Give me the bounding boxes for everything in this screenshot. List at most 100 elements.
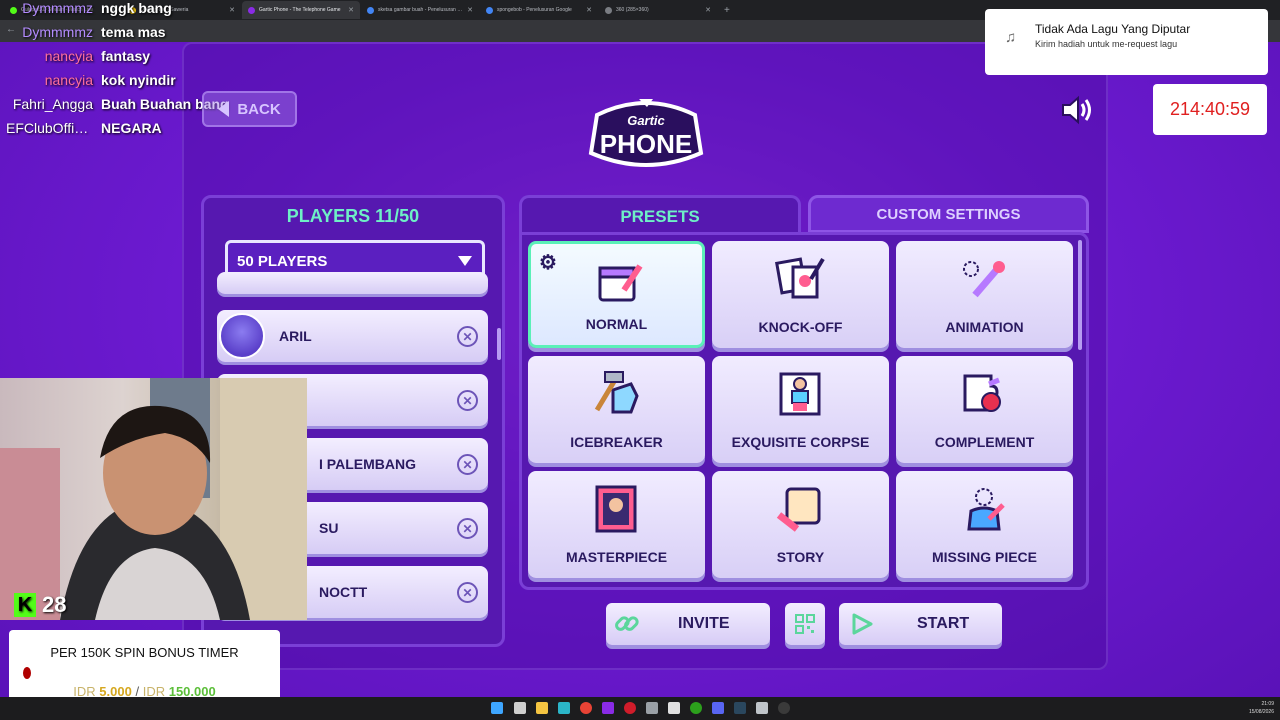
notepad-icon[interactable]	[756, 702, 768, 714]
back-triangle-icon	[218, 101, 230, 117]
preset-label: NORMAL	[585, 316, 648, 332]
chat-message: nancyia kok nyindir	[44, 72, 176, 88]
motion-pencil-icon	[963, 261, 1005, 298]
presets-scrollbar[interactable]	[1078, 240, 1082, 350]
corpse-drawing-icon	[779, 372, 821, 416]
player-name: SU	[319, 520, 339, 536]
opera-icon[interactable]	[624, 702, 636, 714]
play-icon	[852, 613, 873, 635]
link-icon	[615, 616, 639, 631]
tab-custom-settings[interactable]: CUSTOM SETTINGS	[808, 195, 1089, 233]
players-title: PLAYERS 11/50	[286, 206, 420, 226]
player-row: ARIL ✕	[217, 310, 488, 362]
chat-message: nancyia fantasy	[44, 48, 151, 64]
obs-icon[interactable]	[778, 702, 790, 714]
calendar-pencil-icon	[598, 264, 643, 302]
file-explorer-icon[interactable]	[536, 702, 548, 714]
task-view-icon[interactable]	[514, 702, 526, 714]
steam-icon[interactable]	[734, 702, 746, 714]
remove-player-icon[interactable]: ✕	[457, 326, 478, 347]
app-icon[interactable]	[646, 702, 658, 714]
new-tab-button[interactable]: +	[724, 5, 730, 16]
music-note-icon: ♫	[1005, 29, 1017, 46]
preset-label: COMPLEMENT	[934, 434, 1035, 450]
logo-line2: PHONE	[600, 129, 692, 159]
browser-tab-active[interactable]: Gartic Phone - The Telephone Game ✕	[242, 1, 360, 19]
player-row	[217, 272, 488, 294]
preset-complement[interactable]: COMPLEMENT	[896, 356, 1073, 463]
browser-tab[interactable]: spongebob - Penelusuran Google ✕	[480, 1, 598, 19]
ice-hammer-icon	[594, 371, 639, 414]
close-icon[interactable]: ✕	[705, 6, 711, 14]
gear-icon[interactable]: ⚙	[539, 250, 557, 275]
players-scrollbar[interactable]	[497, 328, 501, 360]
gartic-favicon-icon	[248, 6, 255, 14]
close-icon[interactable]: ✕	[467, 6, 473, 14]
preset-label: ANIMATION	[945, 319, 1024, 335]
windows-start-icon[interactable]	[491, 702, 503, 714]
speaker-icon[interactable]	[1060, 95, 1094, 125]
preset-masterpiece[interactable]: MASTERPIECE	[528, 471, 705, 578]
viewer-count: K 28	[14, 592, 66, 618]
streamer-video	[0, 378, 307, 620]
invite-button[interactable]: INVITE	[606, 603, 770, 645]
webcam-overlay	[0, 378, 307, 620]
start-button[interactable]: START	[839, 603, 1002, 645]
remove-player-icon[interactable]: ✕	[457, 518, 478, 539]
close-icon[interactable]: ✕	[348, 6, 354, 14]
qr-code-icon	[795, 614, 815, 634]
song-title: Tidak Ada Lagu Yang Diputar	[1035, 22, 1191, 36]
google-favicon-icon	[486, 6, 493, 14]
preset-label: KNOCK-OFF	[758, 319, 843, 335]
cards-pencil-icon	[775, 257, 825, 299]
capcut-icon[interactable]	[668, 702, 680, 714]
remove-player-icon[interactable]: ✕	[457, 582, 478, 603]
remove-player-icon[interactable]: ✕	[457, 390, 478, 411]
gartic-phone-logo: Gartic PHONE	[588, 99, 704, 167]
browser-tab[interactable]: sketsa gambar buah - Penelusuran Google ✕	[361, 1, 479, 19]
chat-message: Dymmmmz tema mas	[22, 24, 166, 40]
preset-label: STORY	[776, 549, 825, 565]
preset-icebreaker[interactable]: ICEBREAKER	[528, 356, 705, 463]
browser-icon[interactable]	[602, 702, 614, 714]
kick-logo-icon: K	[14, 593, 36, 617]
preset-label: MISSING PIECE	[931, 549, 1038, 565]
preset-label: ICEBREAKER	[570, 434, 663, 450]
avatar	[219, 313, 265, 359]
scroll-quill-icon	[776, 487, 821, 532]
edge-icon[interactable]	[558, 702, 570, 714]
image-favicon-icon	[605, 6, 612, 14]
qr-code-button[interactable]	[785, 603, 825, 645]
google-favicon-icon	[367, 6, 374, 14]
song-subtitle: Kirim hadiah untuk me-request lagu	[1035, 39, 1178, 49]
preset-animation[interactable]: ANIMATION	[896, 241, 1073, 348]
xbox-icon[interactable]	[690, 702, 702, 714]
preset-story[interactable]: STORY	[712, 471, 889, 578]
puzzle-apple-icon	[963, 374, 1001, 412]
chevron-down-icon	[458, 256, 472, 266]
spin-title: PER 150K SPIN BONUS TIMER	[50, 645, 239, 660]
progress-dot	[23, 667, 31, 679]
chrome-icon[interactable]	[580, 702, 592, 714]
discord-icon[interactable]	[712, 702, 724, 714]
player-name: I PALEMBANG	[319, 456, 416, 472]
preset-exquisite-corpse[interactable]: EXQUISITE CORPSE	[712, 356, 889, 463]
preset-knock-off[interactable]: KNOCK-OFF	[712, 241, 889, 348]
player-name: ARIL	[279, 328, 312, 344]
close-icon[interactable]: ✕	[586, 6, 592, 14]
browser-tab[interactable]: 360 (285×360) ✕	[599, 1, 717, 19]
preset-label: EXQUISITE CORPSE	[731, 434, 870, 450]
remove-player-icon[interactable]: ✕	[457, 454, 478, 475]
back-button[interactable]: BACK	[202, 91, 297, 127]
tab-presets[interactable]: PRESETS	[519, 195, 801, 235]
preset-normal[interactable]: ⚙ NORMAL	[528, 241, 705, 348]
stream-timer: 214:40:59	[1153, 84, 1267, 135]
framed-painting-icon	[595, 485, 637, 533]
preset-missing-piece[interactable]: MISSING PIECE	[896, 471, 1073, 578]
song-request-widget: ♫ Tidak Ada Lagu Yang Diputar Kirim hadi…	[985, 9, 1268, 75]
logo-line1: Gartic	[627, 113, 665, 128]
presets-grid: ⚙ NORMAL KNOCK-OFF ANIMATION ICEBREAKER …	[519, 232, 1089, 590]
preset-label: MASTERPIECE	[565, 549, 668, 565]
system-clock[interactable]: 21:09 15/08/2026	[1249, 700, 1274, 716]
missing-head-icon	[967, 488, 1005, 531]
